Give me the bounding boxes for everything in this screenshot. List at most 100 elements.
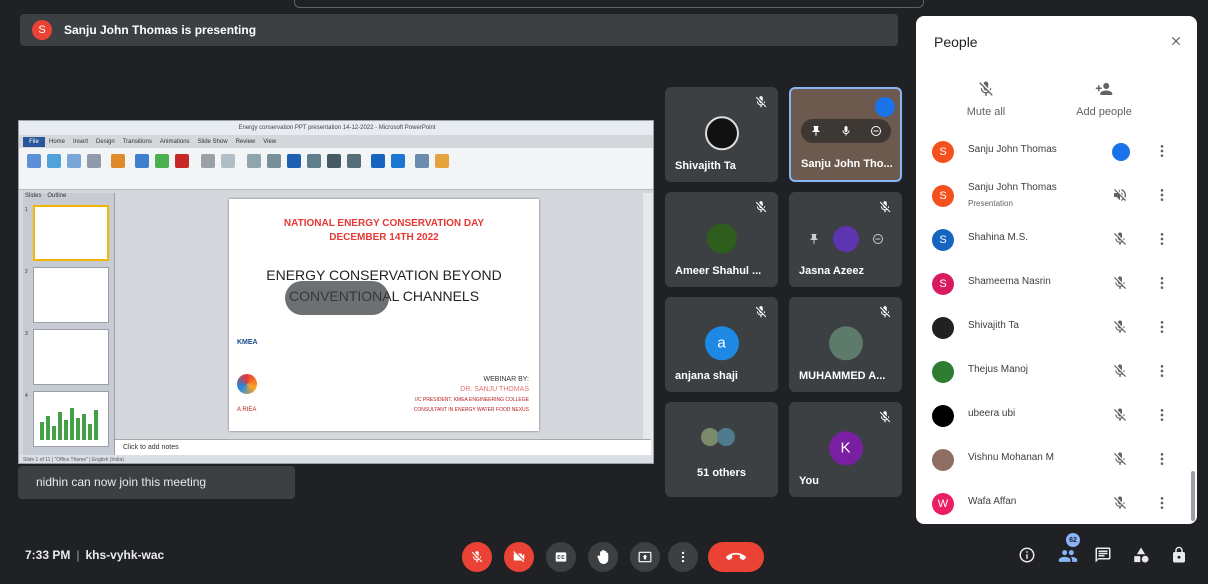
current-slide: NATIONAL ENERGY CONSERVATION DAY DECEMBE…	[229, 199, 539, 431]
present-to-all-icon	[638, 551, 652, 563]
participant-name: Vishnu Mohanan M	[968, 452, 1054, 463]
ppt-window-title: Energy conservation PPT presentation 14-…	[19, 121, 653, 135]
participant-row[interactable]: S Shahina M.S.	[916, 218, 1192, 262]
mic-icon[interactable]	[840, 125, 852, 137]
participant-tile[interactable]: Jasna Azeez	[789, 192, 902, 287]
textbox-icon	[247, 154, 261, 168]
avatar	[932, 317, 954, 339]
thumb-number: 2	[25, 269, 28, 275]
call-end-icon	[726, 552, 746, 561]
participant-row[interactable]: W Wafa Affan	[916, 482, 1192, 526]
avatar	[717, 428, 735, 446]
clipart-icon	[67, 154, 81, 168]
mic-off-icon	[879, 201, 891, 213]
photo-album-icon	[111, 154, 125, 168]
participant-row[interactable]: S Sanju John Thomas	[916, 130, 1192, 174]
more-vert-icon[interactable]	[1154, 451, 1170, 467]
avatar: K	[828, 430, 863, 465]
mic-off-icon[interactable]	[1112, 319, 1128, 335]
participant-row[interactable]: S Shameema Nasrin	[916, 262, 1192, 306]
mic-off-icon	[755, 201, 767, 213]
tile-name: You	[799, 475, 819, 487]
add-people-button[interactable]: Add people	[1064, 80, 1144, 118]
more-vert-icon[interactable]	[1154, 363, 1170, 379]
info-icon[interactable]	[1018, 546, 1036, 564]
slide-thumbnail	[33, 329, 109, 385]
participant-tile[interactable]: MUHAMMED A...	[789, 297, 902, 392]
avatar: S	[932, 141, 954, 163]
more-vert-icon[interactable]	[1154, 143, 1170, 159]
mic-off-icon[interactable]	[1112, 231, 1128, 247]
video-icon	[415, 154, 429, 168]
hand-icon	[597, 550, 609, 564]
tile-name: Jasna Azeez	[799, 265, 865, 277]
more-options-button[interactable]	[668, 542, 698, 572]
present-button[interactable]	[630, 542, 660, 572]
slide-number-icon	[327, 154, 341, 168]
mic-toggle-button[interactable]	[462, 542, 492, 572]
remove-icon[interactable]	[870, 125, 882, 137]
more-vert-icon[interactable]	[1154, 275, 1170, 291]
mic-off-icon[interactable]	[1112, 407, 1128, 423]
close-icon[interactable]	[1169, 34, 1183, 48]
chat-icon[interactable]	[1094, 546, 1112, 564]
activities-icon[interactable]	[1132, 546, 1150, 564]
mic-off-icon	[979, 81, 993, 96]
volume-off-icon[interactable]	[1112, 187, 1128, 203]
panel-title: People	[934, 34, 978, 50]
self-tile[interactable]: K You	[789, 402, 902, 497]
thumbnail-tabs: Slides Outline	[25, 193, 66, 199]
camera-toggle-button[interactable]	[504, 542, 534, 572]
more-vert-icon[interactable]	[1154, 319, 1170, 335]
participant-row[interactable]: S Sanju John Thomas Presentation	[916, 174, 1192, 218]
participant-row[interactable]: ubeera ubi	[916, 394, 1192, 438]
mic-off-icon[interactable]	[1112, 495, 1128, 511]
people-icon[interactable]	[1058, 546, 1078, 566]
tile-hover-controls[interactable]	[801, 226, 891, 252]
others-tile[interactable]: 51 others	[665, 402, 778, 497]
top-edge-outline	[294, 0, 924, 8]
shapes-icon	[135, 154, 149, 168]
webinar-credits: WEBINAR BY: DR. SANJU THOMAS I/C PRESIDE…	[413, 376, 529, 413]
participant-row[interactable]: Shivajith Ta	[916, 306, 1192, 350]
participant-tile-active[interactable]: Sanju John Tho...	[789, 87, 902, 182]
object-icon	[347, 154, 361, 168]
remove-icon[interactable]	[872, 233, 884, 245]
join-notification: nidhin can now join this meeting	[18, 466, 295, 499]
header-footer-icon	[267, 154, 281, 168]
avatar: a	[704, 325, 739, 360]
avatar	[932, 449, 954, 471]
ppt-ribbon	[19, 148, 653, 190]
mute-all-button[interactable]: Mute all	[946, 80, 1026, 118]
presenter-avatar: S	[32, 20, 52, 40]
action-icon	[221, 154, 235, 168]
panel-scrollbar[interactable]	[1191, 471, 1195, 521]
mic-off-icon[interactable]	[1112, 363, 1128, 379]
ppt-tab: Design	[96, 139, 115, 145]
pin-icon[interactable]	[810, 125, 822, 137]
more-vert-icon[interactable]	[1154, 187, 1170, 203]
ppt-tab: Insert	[73, 139, 89, 145]
slide-thumbnail	[33, 391, 109, 447]
thumb-number: 3	[25, 331, 28, 337]
more-vert-icon[interactable]	[1154, 495, 1170, 511]
closed-caption-icon	[555, 552, 567, 562]
raise-hand-button[interactable]	[588, 542, 618, 572]
mic-off-icon[interactable]	[1112, 451, 1128, 467]
participant-tile[interactable]: Shivajith Ta	[665, 87, 778, 182]
tile-name: 51 others	[697, 467, 746, 479]
more-vert-icon[interactable]	[1154, 231, 1170, 247]
more-vert-icon[interactable]	[1154, 407, 1170, 423]
host-controls-icon[interactable]	[1170, 546, 1188, 564]
pin-icon[interactable]	[808, 233, 820, 245]
mic-off-icon[interactable]	[1112, 275, 1128, 291]
participant-name: Wafa Affan	[968, 496, 1017, 507]
tile-hover-controls[interactable]	[801, 119, 891, 143]
participant-row[interactable]: Thejus Manoj	[916, 350, 1192, 394]
participant-tile[interactable]: a anjana shaji	[665, 297, 778, 392]
leave-call-button[interactable]	[708, 542, 764, 572]
participant-tile[interactable]: Ameer Shahul ...	[665, 192, 778, 287]
captions-button[interactable]	[546, 542, 576, 572]
participant-row[interactable]: Vishnu Mohanan M	[916, 438, 1192, 482]
ppt-tab: Slide Show	[197, 139, 228, 145]
